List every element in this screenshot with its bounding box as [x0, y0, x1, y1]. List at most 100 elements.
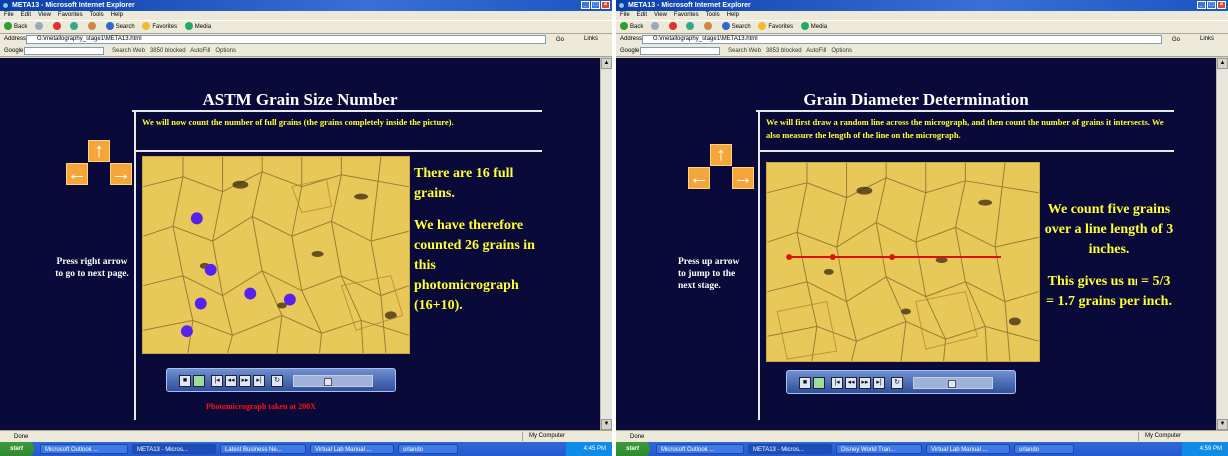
skip-start-button[interactable]: |◂ — [211, 375, 223, 387]
favorites-button[interactable]: Favorites — [758, 21, 793, 34]
back-button[interactable]: Back — [4, 21, 27, 34]
google-search-input[interactable] — [640, 47, 720, 55]
scroll-up-icon[interactable]: ▲ — [1217, 58, 1228, 69]
popup-blocked-count[interactable]: 3850 blocked — [150, 48, 186, 54]
skip-end-button[interactable]: ▸| — [253, 375, 265, 387]
back-button[interactable]: Back — [620, 21, 643, 34]
loop-button[interactable]: ↻ — [891, 377, 903, 389]
search-button[interactable]: Search — [721, 21, 751, 34]
task-outlook[interactable]: Microsoft Outlook ... — [40, 444, 128, 454]
scroll-up-icon[interactable]: ▲ — [601, 58, 612, 69]
security-zone: My Computer — [1138, 432, 1208, 441]
menu-file[interactable]: File — [4, 12, 14, 18]
maximize-button[interactable]: □ — [1207, 1, 1216, 9]
photo-caption: Photomicrograph taken at 200X — [206, 402, 316, 411]
rewind-button[interactable]: ◂◂ — [845, 377, 857, 389]
fast-forward-button[interactable]: ▸▸ — [239, 375, 251, 387]
search-web-button[interactable]: Search Web — [728, 48, 761, 54]
explanation-line-1: We count five grains over a line length … — [1044, 202, 1174, 257]
address-input[interactable]: G:\metallography_stage1\META13.html — [642, 35, 1162, 44]
address-bar: Address G:\metallography_stage1\META13.h… — [616, 34, 1228, 45]
links-button[interactable]: Links — [584, 34, 598, 45]
fast-forward-button[interactable]: ▸▸ — [859, 377, 871, 389]
menu-edit[interactable]: Edit — [21, 12, 31, 18]
page-content: Grain Diameter Determination We will fir… — [616, 58, 1216, 430]
search-button[interactable]: Search — [105, 21, 135, 34]
start-button[interactable]: start — [616, 442, 650, 456]
vertical-scrollbar[interactable]: ▲ ▼ — [1216, 58, 1228, 430]
menu-edit[interactable]: Edit — [637, 12, 647, 18]
favorites-button[interactable]: Favorites — [142, 21, 177, 34]
home-button[interactable] — [704, 21, 714, 34]
menu-help[interactable]: Help — [111, 12, 123, 18]
close-button[interactable]: × — [1217, 1, 1226, 9]
stop-button[interactable] — [52, 21, 63, 34]
refresh-button[interactable] — [70, 21, 80, 34]
play-media-button[interactable] — [193, 375, 205, 387]
maximize-button[interactable]: □ — [591, 1, 600, 9]
refresh-button[interactable] — [686, 21, 696, 34]
forward-button[interactable] — [35, 21, 45, 34]
minimize-button[interactable]: _ — [1197, 1, 1206, 9]
task-disney[interactable]: Disney World Tran... — [836, 444, 922, 454]
start-button[interactable]: start — [0, 442, 34, 456]
minimize-button[interactable]: _ — [581, 1, 590, 9]
task-meta13[interactable]: META13 - Micros... — [748, 444, 832, 454]
menu-view[interactable]: View — [654, 12, 667, 18]
menu-help[interactable]: Help — [727, 12, 739, 18]
window-title: META13 - Microsoft Internet Explorer — [628, 2, 751, 9]
task-lab-manual[interactable]: Virtual Lab Manual ... — [310, 444, 394, 454]
left-arrow-button[interactable]: ← — [688, 167, 710, 189]
autofill-button[interactable]: AutoFill — [190, 48, 210, 54]
task-business[interactable]: Latest Business Ne... — [220, 444, 306, 454]
task-lab-manual[interactable]: Virtual Lab Manual ... — [926, 444, 1010, 454]
progress-slider[interactable] — [913, 377, 993, 389]
up-arrow-button[interactable]: ↑ — [88, 140, 110, 162]
star-icon — [142, 22, 151, 31]
slider-thumb[interactable] — [324, 378, 332, 386]
stop-media-button[interactable]: ■ — [179, 375, 191, 387]
autofill-button[interactable]: AutoFill — [806, 48, 826, 54]
right-arrow-button[interactable]: → — [110, 163, 132, 185]
scroll-down-icon[interactable]: ▼ — [1217, 419, 1228, 430]
task-outlook[interactable]: Microsoft Outlook ... — [656, 444, 744, 454]
menu-file[interactable]: File — [620, 12, 630, 18]
search-web-button[interactable]: Search Web — [112, 48, 145, 54]
options-button[interactable]: Options — [215, 48, 236, 54]
rewind-button[interactable]: ◂◂ — [225, 375, 237, 387]
media-button[interactable]: Media — [800, 21, 827, 34]
menu-view[interactable]: View — [38, 12, 51, 18]
up-arrow-button[interactable]: ↑ — [710, 144, 732, 166]
forward-button[interactable] — [651, 21, 661, 34]
links-button[interactable]: Links — [1200, 34, 1214, 45]
address-input[interactable]: G:\metallography_stage1\META13.html — [26, 35, 546, 44]
skip-start-button[interactable]: |◂ — [831, 377, 843, 389]
loop-button[interactable]: ↻ — [271, 375, 283, 387]
task-orlando[interactable]: orlando — [1014, 444, 1074, 454]
options-button[interactable]: Options — [831, 48, 852, 54]
task-orlando[interactable]: orlando — [398, 444, 458, 454]
play-media-button[interactable] — [813, 377, 825, 389]
explanation-line-2: This gives us nₗ = 5/3 = 1.7 grains per … — [1046, 274, 1172, 309]
scroll-down-icon[interactable]: ▼ — [601, 419, 612, 430]
media-button[interactable]: Media — [184, 21, 211, 34]
google-search-input[interactable] — [24, 47, 104, 55]
slider-thumb[interactable] — [948, 380, 956, 388]
menu-favorites[interactable]: Favorites — [58, 12, 83, 18]
stop-button[interactable] — [668, 21, 679, 34]
home-button[interactable] — [88, 21, 98, 34]
task-meta13[interactable]: META13 - Micros... — [132, 444, 216, 454]
close-button[interactable]: × — [601, 1, 610, 9]
progress-slider[interactable] — [293, 375, 373, 387]
skip-end-button[interactable]: ▸| — [873, 377, 885, 389]
menu-tools[interactable]: Tools — [90, 12, 104, 18]
stop-media-button[interactable]: ■ — [799, 377, 811, 389]
right-arrow-button[interactable]: → — [732, 167, 754, 189]
standard-toolbar: Back Search Favorites Media — [0, 20, 612, 34]
menu-favorites[interactable]: Favorites — [674, 12, 699, 18]
vertical-scrollbar[interactable]: ▲ ▼ — [600, 58, 612, 430]
media-icon — [184, 22, 193, 31]
popup-blocked-count[interactable]: 3853 blocked — [766, 48, 802, 54]
left-arrow-button[interactable]: ← — [66, 163, 88, 185]
menu-tools[interactable]: Tools — [706, 12, 720, 18]
